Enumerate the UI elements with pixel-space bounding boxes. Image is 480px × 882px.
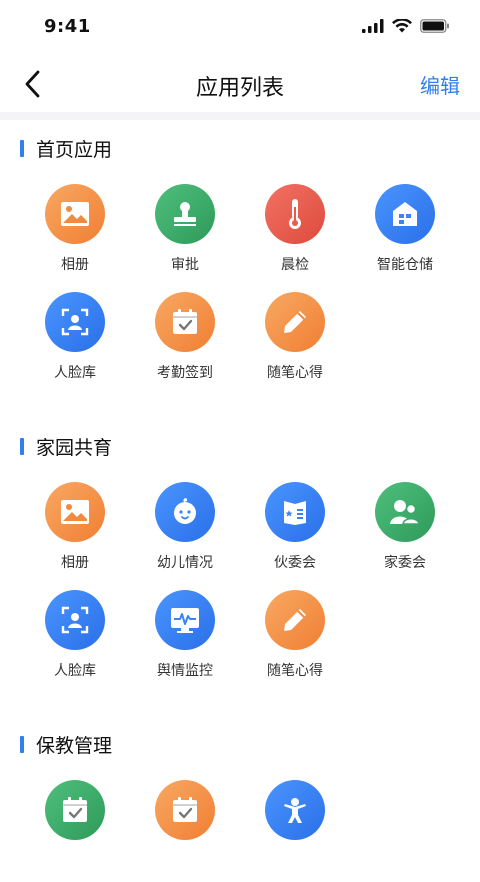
section-title: 保教管理	[36, 735, 113, 757]
app-grid: 相册 审批 晨检 智能仓储人脸库 考勤签到 随笔心得	[0, 178, 480, 394]
section-header: 首页应用	[0, 120, 480, 178]
app-tile[interactable]: 幼儿情况	[130, 476, 240, 584]
edit-button[interactable]: 编辑	[420, 70, 460, 99]
section-accent-bar	[20, 438, 24, 455]
baby-face-icon	[155, 482, 215, 542]
app-grid: 相册 幼儿情况 伙委会 家委会人脸库 舆情监控 随笔心得	[0, 476, 480, 692]
app-label: 考勤签到	[157, 365, 213, 381]
nav-bar: 应用列表 编辑	[0, 56, 480, 112]
warehouse-icon	[375, 184, 435, 244]
app-tile[interactable]: 家委会	[350, 476, 460, 584]
calendar-check-icon	[45, 780, 105, 840]
app-label: 幼儿情况	[157, 555, 213, 571]
sections: 首页应用 相册 审批 晨检 智能仓储 人脸库 考勤签到 随笔心得 家园共育 相册 幼儿情况 伙委会 家委…	[0, 120, 480, 882]
wifi-icon	[392, 19, 412, 33]
pencil-icon	[265, 590, 325, 650]
thermometer-icon	[265, 184, 325, 244]
face-scan-icon	[45, 590, 105, 650]
app-grid	[0, 774, 480, 882]
app-label: 晨检	[281, 257, 309, 273]
app-label: 随笔心得	[267, 365, 323, 381]
status-bar: 9:41	[0, 0, 480, 56]
app-tile[interactable]: 伙委会	[240, 476, 350, 584]
battery-icon	[420, 19, 449, 33]
app-tile[interactable]: 人脸库	[20, 584, 130, 692]
app-tile[interactable]: 考勤签到	[130, 286, 240, 394]
app-label: 家委会	[384, 555, 426, 571]
app-tile[interactable]: 智能仓储	[350, 178, 460, 286]
app-label: 人脸库	[54, 663, 96, 679]
section: 保教管理	[0, 716, 480, 882]
stamp-icon	[155, 184, 215, 244]
status-icons	[362, 19, 450, 33]
divider	[0, 112, 480, 120]
section: 家园共育相册 幼儿情况 伙委会 家委会人脸库 舆情监控 随笔心得	[0, 418, 480, 692]
face-scan-icon	[45, 292, 105, 352]
app-tile[interactable]: 晨检	[240, 178, 350, 286]
app-label: 舆情监控	[157, 663, 213, 679]
page-title: 应用列表	[195, 76, 284, 101]
app-label: 伙委会	[274, 555, 316, 571]
app-label: 随笔心得	[267, 663, 323, 679]
app-label: 智能仓储	[377, 257, 433, 273]
section-title: 首页应用	[36, 139, 113, 161]
app-label: 相册	[61, 555, 89, 571]
app-tile[interactable]	[240, 774, 350, 882]
calendar-check-icon	[155, 780, 215, 840]
app-tile[interactable]: 相册	[20, 178, 130, 286]
section-header: 家园共育	[0, 418, 480, 476]
app-label: 人脸库	[54, 365, 96, 381]
family-icon	[375, 482, 435, 542]
pencil-icon	[265, 292, 325, 352]
menu-book-icon	[265, 482, 325, 542]
app-tile[interactable]: 随笔心得	[240, 286, 350, 394]
app-tile[interactable]	[130, 774, 240, 882]
section-accent-bar	[20, 736, 24, 753]
child-activity-icon	[265, 780, 325, 840]
calendar-check-icon	[155, 292, 215, 352]
photo-icon	[45, 184, 105, 244]
section-header: 保教管理	[0, 716, 480, 774]
signal-icon	[362, 19, 384, 33]
app-tile[interactable]: 随笔心得	[240, 584, 350, 692]
app-tile[interactable]: 人脸库	[20, 286, 130, 394]
photo-icon	[45, 482, 105, 542]
app-tile[interactable]	[20, 774, 130, 882]
app-tile[interactable]: 相册	[20, 476, 130, 584]
status-time: 9:41	[44, 16, 91, 37]
app-tile[interactable]: 审批	[130, 178, 240, 286]
app-label: 相册	[61, 257, 89, 273]
app-tile[interactable]: 舆情监控	[130, 584, 240, 692]
section: 首页应用相册 审批 晨检 智能仓储人脸库 考勤签到 随笔心得	[0, 120, 480, 394]
app-label: 审批	[171, 257, 199, 273]
section-accent-bar	[20, 140, 24, 157]
monitor-pulse-icon	[155, 590, 215, 650]
section-title: 家园共育	[36, 437, 113, 459]
